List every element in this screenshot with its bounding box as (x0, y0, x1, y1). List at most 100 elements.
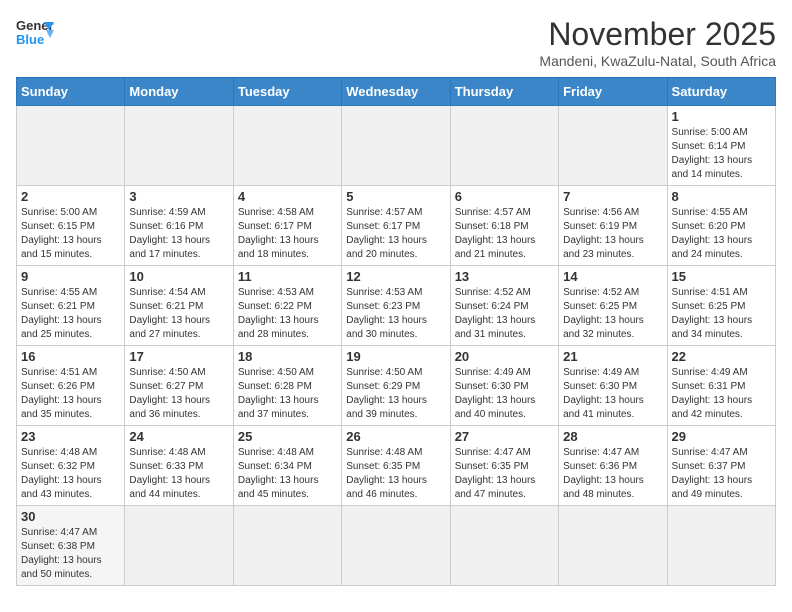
calendar-day-cell: 2Sunrise: 5:00 AM Sunset: 6:15 PM Daylig… (17, 186, 125, 266)
day-info: Sunrise: 4:48 AM Sunset: 6:34 PM Dayligh… (238, 446, 337, 502)
weekday-header-monday: Monday (125, 78, 233, 106)
logo: General Blue (16, 16, 54, 48)
day-number: 28 (563, 429, 662, 444)
day-info: Sunrise: 4:55 AM Sunset: 6:21 PM Dayligh… (21, 286, 120, 342)
calendar-day-cell (342, 106, 450, 186)
location: Mandeni, KwaZulu-Natal, South Africa (539, 53, 776, 69)
day-info: Sunrise: 4:48 AM Sunset: 6:32 PM Dayligh… (21, 446, 120, 502)
day-info: Sunrise: 4:56 AM Sunset: 6:19 PM Dayligh… (563, 206, 662, 262)
day-number: 10 (129, 269, 228, 284)
calendar-day-cell (342, 506, 450, 586)
calendar-day-cell: 5Sunrise: 4:57 AM Sunset: 6:17 PM Daylig… (342, 186, 450, 266)
day-number: 20 (455, 349, 554, 364)
day-info: Sunrise: 4:47 AM Sunset: 6:38 PM Dayligh… (21, 526, 120, 582)
page-header: General Blue November 2025 Mandeni, KwaZ… (16, 16, 776, 69)
calendar-day-cell: 28 Sunrise: 4:47 AM Sunset: 6:36 PM Dayli… (559, 426, 667, 506)
day-info: Sunrise: 4:58 AM Sunset: 6:17 PM Dayligh… (238, 206, 337, 262)
day-number: 16 (21, 349, 120, 364)
day-info: Sunrise: 4:55 AM Sunset: 6:20 PM Dayligh… (672, 206, 771, 262)
day-info: Sunrise: 4:49 AM Sunset: 6:31 PM Dayligh… (672, 366, 771, 422)
day-number: 29 (672, 429, 771, 444)
day-number: 23 (21, 429, 120, 444)
title-block: November 2025 Mandeni, KwaZulu-Natal, So… (539, 16, 776, 69)
calendar-day-cell (667, 506, 775, 586)
calendar-day-cell: 25 Sunrise: 4:48 AM Sunset: 6:34 PM Dayli… (233, 426, 341, 506)
day-info: Sunrise: 4:59 AM Sunset: 6:16 PM Dayligh… (129, 206, 228, 262)
calendar-day-cell: 12 Sunrise: 4:53 AM Sunset: 6:23 PM Dayli… (342, 266, 450, 346)
calendar-day-cell: 26Sunrise: 4:48 AM Sunset: 6:35 PM Dayli… (342, 426, 450, 506)
calendar-day-cell: 23 Sunrise: 4:48 AM Sunset: 6:32 PM Dayli… (17, 426, 125, 506)
logo-icon: General Blue (16, 16, 54, 48)
calendar-week-row: 9Sunrise: 4:55 AM Sunset: 6:21 PM Daylig… (17, 266, 776, 346)
day-info: Sunrise: 4:53 AM Sunset: 6:22 PM Dayligh… (238, 286, 337, 342)
calendar-day-cell: 20 Sunrise: 4:49 AM Sunset: 6:30 PM Dayli… (450, 346, 558, 426)
calendar-day-cell: 14 Sunrise: 4:52 AM Sunset: 6:25 PM Dayli… (559, 266, 667, 346)
day-info: Sunrise: 4:51 AM Sunset: 6:25 PM Dayligh… (672, 286, 771, 342)
day-number: 30 (21, 509, 120, 524)
day-info: Sunrise: 4:49 AM Sunset: 6:30 PM Dayligh… (455, 366, 554, 422)
day-info: Sunrise: 4:54 AM Sunset: 6:21 PM Dayligh… (129, 286, 228, 342)
weekday-header-thursday: Thursday (450, 78, 558, 106)
day-info: Sunrise: 4:57 AM Sunset: 6:18 PM Dayligh… (455, 206, 554, 262)
weekday-header-row: SundayMondayTuesdayWednesdayThursdayFrid… (17, 78, 776, 106)
calendar-day-cell (559, 506, 667, 586)
day-number: 27 (455, 429, 554, 444)
day-number: 13 (455, 269, 554, 284)
day-number: 25 (238, 429, 337, 444)
day-number: 18 (238, 349, 337, 364)
calendar-day-cell (125, 506, 233, 586)
day-number: 17 (129, 349, 228, 364)
calendar-day-cell: 11Sunrise: 4:53 AM Sunset: 6:22 PM Dayli… (233, 266, 341, 346)
day-info: Sunrise: 4:52 AM Sunset: 6:25 PM Dayligh… (563, 286, 662, 342)
calendar-day-cell (125, 106, 233, 186)
day-info: Sunrise: 4:47 AM Sunset: 6:35 PM Dayligh… (455, 446, 554, 502)
calendar-day-cell: 17 Sunrise: 4:50 AM Sunset: 6:27 PM Dayli… (125, 346, 233, 426)
day-number: 24 (129, 429, 228, 444)
calendar-day-cell (233, 106, 341, 186)
calendar-day-cell: 29 Sunrise: 4:47 AM Sunset: 6:37 PM Dayli… (667, 426, 775, 506)
weekday-header-wednesday: Wednesday (342, 78, 450, 106)
day-number: 8 (672, 189, 771, 204)
calendar-day-cell: 22 Sunrise: 4:49 AM Sunset: 6:31 PM Dayli… (667, 346, 775, 426)
day-number: 14 (563, 269, 662, 284)
calendar-day-cell: 6Sunrise: 4:57 AM Sunset: 6:18 PM Daylig… (450, 186, 558, 266)
calendar-week-row: 16Sunrise: 4:51 AM Sunset: 6:26 PM Dayli… (17, 346, 776, 426)
calendar-day-cell: 8 Sunrise: 4:55 AM Sunset: 6:20 PM Daylig… (667, 186, 775, 266)
weekday-header-sunday: Sunday (17, 78, 125, 106)
day-info: Sunrise: 4:53 AM Sunset: 6:23 PM Dayligh… (346, 286, 445, 342)
day-info: Sunrise: 4:50 AM Sunset: 6:29 PM Dayligh… (346, 366, 445, 422)
day-info: Sunrise: 4:49 AM Sunset: 6:30 PM Dayligh… (563, 366, 662, 422)
calendar-day-cell (559, 106, 667, 186)
day-number: 12 (346, 269, 445, 284)
day-number: 2 (21, 189, 120, 204)
weekday-header-friday: Friday (559, 78, 667, 106)
calendar-week-row: 2Sunrise: 5:00 AM Sunset: 6:15 PM Daylig… (17, 186, 776, 266)
day-number: 3 (129, 189, 228, 204)
day-info: Sunrise: 4:47 AM Sunset: 6:37 PM Dayligh… (672, 446, 771, 502)
calendar-day-cell (17, 106, 125, 186)
calendar-day-cell: 30 Sunrise: 4:47 AM Sunset: 6:38 PM Dayli… (17, 506, 125, 586)
calendar-week-row: 1Sunrise: 5:00 AM Sunset: 6:14 PM Daylig… (17, 106, 776, 186)
day-info: Sunrise: 4:52 AM Sunset: 6:24 PM Dayligh… (455, 286, 554, 342)
weekday-header-tuesday: Tuesday (233, 78, 341, 106)
calendar-day-cell: 16Sunrise: 4:51 AM Sunset: 6:26 PM Dayli… (17, 346, 125, 426)
calendar-day-cell: 1Sunrise: 5:00 AM Sunset: 6:14 PM Daylig… (667, 106, 775, 186)
day-info: Sunrise: 4:48 AM Sunset: 6:33 PM Dayligh… (129, 446, 228, 502)
day-number: 21 (563, 349, 662, 364)
calendar-day-cell: 21 Sunrise: 4:49 AM Sunset: 6:30 PM Dayli… (559, 346, 667, 426)
day-number: 4 (238, 189, 337, 204)
weekday-header-saturday: Saturday (667, 78, 775, 106)
calendar-day-cell (233, 506, 341, 586)
calendar-day-cell: 7Sunrise: 4:56 AM Sunset: 6:19 PM Daylig… (559, 186, 667, 266)
calendar-week-row: 30 Sunrise: 4:47 AM Sunset: 6:38 PM Dayli… (17, 506, 776, 586)
day-number: 22 (672, 349, 771, 364)
month-title: November 2025 (539, 16, 776, 53)
calendar-day-cell: 15Sunrise: 4:51 AM Sunset: 6:25 PM Dayli… (667, 266, 775, 346)
calendar-day-cell: 3 Sunrise: 4:59 AM Sunset: 6:16 PM Daylig… (125, 186, 233, 266)
day-info: Sunrise: 4:50 AM Sunset: 6:27 PM Dayligh… (129, 366, 228, 422)
calendar-day-cell: 19 Sunrise: 4:50 AM Sunset: 6:29 PM Dayli… (342, 346, 450, 426)
day-info: Sunrise: 4:47 AM Sunset: 6:36 PM Dayligh… (563, 446, 662, 502)
day-number: 19 (346, 349, 445, 364)
day-info: Sunrise: 4:50 AM Sunset: 6:28 PM Dayligh… (238, 366, 337, 422)
calendar-day-cell (450, 506, 558, 586)
